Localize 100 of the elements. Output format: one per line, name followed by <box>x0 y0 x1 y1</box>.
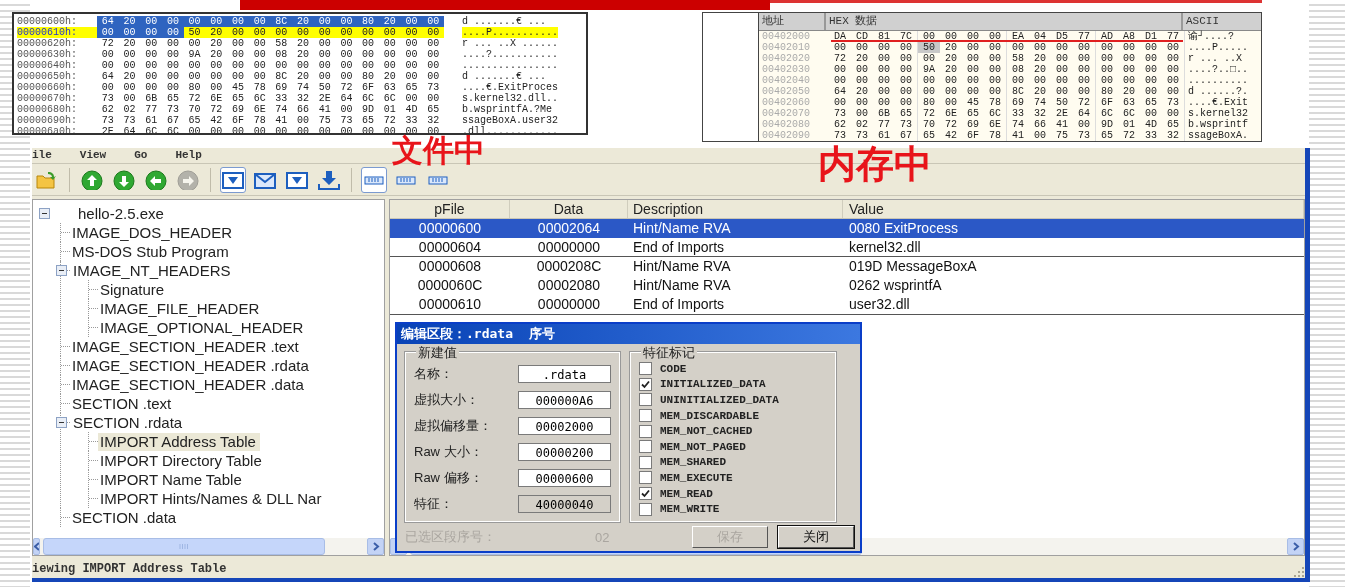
hex-byte: 73 <box>426 82 441 93</box>
checkbox-label: MEM_NOT_CACHED <box>660 425 753 438</box>
hex-byte: 00 <box>361 60 376 71</box>
hex-byte: 00 <box>252 49 267 60</box>
hex-byte: 41 <box>1055 119 1069 130</box>
hex-byte: 72 <box>944 119 958 130</box>
hex-byte: 62 <box>833 119 847 130</box>
checkbox-label: MEM_DISCARDABLE <box>660 409 760 422</box>
hex-byte: 2E <box>317 93 332 104</box>
offset-label: 00000620h: <box>17 38 78 49</box>
hex-byte: 00 <box>357 27 379 38</box>
hex-byte: 58 <box>1011 53 1025 64</box>
hex-byte: 65 <box>426 104 441 115</box>
status-text: iewing IMPORT Address Table <box>32 561 227 578</box>
hex-byte: 00 <box>230 38 245 49</box>
table-cell-text: Hint/Name RVA <box>632 257 732 276</box>
hex-byte: EA <box>1011 31 1025 42</box>
hex-byte: 65 <box>1100 130 1114 141</box>
hex-byte: 00 <box>400 27 423 38</box>
hex-byte: 78 <box>988 97 1002 108</box>
hex-byte: 00 <box>404 38 419 49</box>
hex-byte: 20 <box>1122 86 1136 97</box>
hex-byte: 8C <box>1011 86 1025 97</box>
slide-caption: 文件中 <box>392 135 485 166</box>
hex-byte: 62 <box>100 104 115 115</box>
address-label: 00402040 <box>761 75 811 86</box>
hex-byte: 6F <box>230 115 245 126</box>
hex-byte: 00 <box>966 64 980 75</box>
hex-byte: 6F <box>966 130 980 141</box>
hex-byte: 00 <box>252 38 267 49</box>
ascii-text: ................ <box>462 60 558 71</box>
hex-byte: 00 <box>1144 64 1158 75</box>
hex-byte: 00 <box>1077 42 1091 53</box>
table-cell-text: 00000600 <box>417 219 483 238</box>
hex-byte: 2E <box>1055 108 1069 119</box>
hex-byte: 01 <box>382 104 397 115</box>
address-label: 00402070 <box>761 108 811 119</box>
hex-byte: 20 <box>122 38 137 49</box>
hex-byte: 00 <box>855 108 869 119</box>
hex-byte: D1 <box>1144 31 1158 42</box>
hex-byte: 00 <box>1144 42 1158 53</box>
hex-byte: 00 <box>426 71 441 82</box>
hex-byte: 00 <box>988 75 1002 86</box>
offset-label: 00000640h: <box>17 60 78 71</box>
hex-byte: 00 <box>361 38 376 49</box>
ascii-text: r ... ..X <box>1187 53 1242 64</box>
ascii-text: r ... ..X ...... <box>462 38 558 49</box>
hex-byte: 20 <box>1033 86 1047 97</box>
hex-byte: 00 <box>899 97 913 108</box>
hex-byte: 6E <box>944 108 958 119</box>
hex-byte: 72 <box>922 108 936 119</box>
hex-byte: 00 <box>248 27 271 38</box>
hex-byte: 00 <box>855 42 869 53</box>
hex-byte: 00 <box>833 97 847 108</box>
hex-byte: 78 <box>988 130 1002 141</box>
table-cell-text: Hint/Name RVA <box>632 276 732 295</box>
hex-byte: 00 <box>1055 75 1069 86</box>
table-cell-text: user32.dll <box>848 295 911 314</box>
hex-byte: 42 <box>944 130 958 141</box>
hex-byte: 65 <box>1166 119 1180 130</box>
table-cell-text: 00002064 <box>536 219 602 238</box>
hex-byte: 00 <box>877 86 891 97</box>
checkbox-label: MEM_EXECUTE <box>660 471 733 484</box>
hex-byte: 80 <box>361 71 376 82</box>
field-label: 特征： <box>414 494 453 513</box>
hex-byte: 50 <box>183 27 206 38</box>
hex-byte: 20 <box>944 42 958 53</box>
address-label: 00402030 <box>761 64 811 75</box>
hex-byte: 00 <box>296 60 311 71</box>
hex-byte: 00 <box>230 71 245 82</box>
hex-byte: 08 <box>274 49 289 60</box>
hex-byte: 9A <box>187 49 202 60</box>
table-cell-text: 00000000 <box>536 295 602 314</box>
hex-byte: 00 <box>1144 75 1158 86</box>
hex-byte: 00 <box>382 49 397 60</box>
hex-byte: 00 <box>1144 53 1158 64</box>
hex-byte: 00 <box>966 42 980 53</box>
hex-byte: 9D <box>1100 119 1114 130</box>
hex-byte: 6E <box>988 119 1002 130</box>
hex-byte: 64 <box>100 71 115 82</box>
address-label: 00402090 <box>761 130 811 141</box>
address-label: 00402010 <box>761 42 811 53</box>
hex-byte: 00 <box>292 27 314 38</box>
hex-byte: 63 <box>1122 97 1136 108</box>
hex-byte: 00 <box>833 64 847 75</box>
hex-byte: 64 <box>833 86 847 97</box>
hex-byte: 00 <box>899 64 913 75</box>
hex-byte: 42 <box>209 115 224 126</box>
checkbox-label: MEM_SHARED <box>660 456 726 469</box>
hex-byte: 00 <box>339 49 354 60</box>
hex-byte: 20 <box>378 16 401 27</box>
hex-byte: 65 <box>165 93 180 104</box>
column-header: 地址 <box>759 13 826 30</box>
hex-byte: 6B <box>144 93 159 104</box>
hex-byte: 80 <box>187 82 202 93</box>
table-cell-text: 00000604 <box>417 238 483 256</box>
hex-byte: 73 <box>833 130 847 141</box>
hex-byte: 20 <box>209 38 224 49</box>
hex-byte: 00 <box>1055 64 1069 75</box>
column-header: HEX 数据 <box>826 13 1183 30</box>
